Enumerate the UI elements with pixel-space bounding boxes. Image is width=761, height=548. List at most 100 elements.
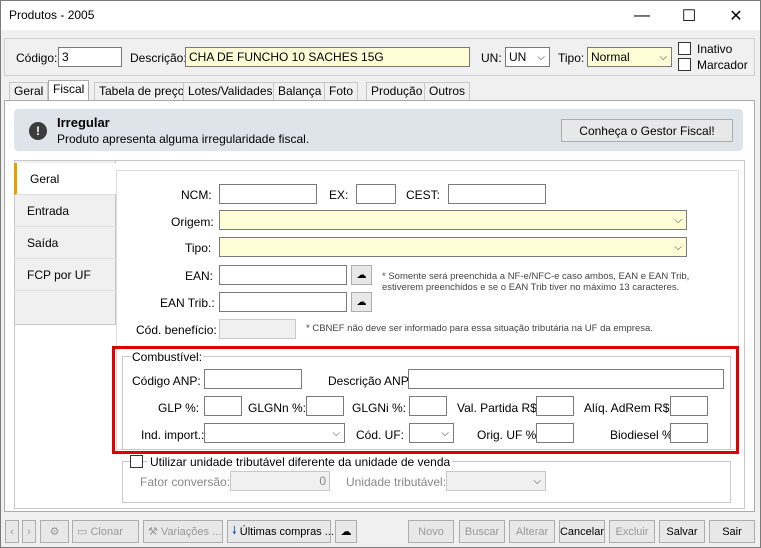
ind-import-label: Ind. import.: bbox=[141, 428, 205, 442]
ean-trib-label: EAN Trib.: bbox=[160, 296, 215, 310]
gestor-fiscal-button[interactable]: Conheça o Gestor Fiscal! bbox=[561, 119, 733, 142]
combustivel-legend: Combustível: bbox=[131, 350, 204, 364]
ex-field[interactable] bbox=[356, 184, 396, 204]
tab-tabela-preco[interactable]: Tabela de preço bbox=[94, 82, 190, 100]
glp-label: GLP %: bbox=[158, 401, 200, 415]
fator-field[interactable]: 0 bbox=[230, 471, 330, 491]
glgni-field[interactable] bbox=[409, 396, 447, 416]
codigo-label: Código: bbox=[16, 51, 58, 65]
side-tab-saida[interactable]: Saída bbox=[14, 227, 116, 259]
tipo-label: Tipo: bbox=[185, 241, 212, 255]
val-partida-field[interactable] bbox=[536, 396, 574, 416]
alterar-button[interactable]: Alterar bbox=[509, 520, 555, 543]
clonar-button[interactable]: ▭ Clonar bbox=[72, 520, 139, 543]
close-button[interactable]: ✕ bbox=[713, 1, 759, 30]
ean-trib-field[interactable] bbox=[219, 292, 347, 312]
chevron-down-icon: ⌵ bbox=[533, 476, 541, 487]
tab-outros[interactable]: Outros bbox=[424, 82, 471, 100]
tipo-header-value: Normal bbox=[591, 50, 630, 64]
cod-uf-select[interactable]: ⌵ bbox=[409, 423, 454, 443]
ultimas-compras-button[interactable]: 🠗 Últimas compras ... bbox=[227, 520, 334, 543]
exclamation-icon: ! bbox=[29, 122, 47, 140]
side-tab-entrada[interactable]: Entrada bbox=[14, 195, 116, 227]
cod-benef-field[interactable] bbox=[219, 319, 296, 339]
inativo-label: Inativo bbox=[697, 42, 733, 56]
ultimas-label: Últimas compras ... bbox=[239, 525, 334, 538]
prev-icon[interactable]: ‹ bbox=[5, 520, 19, 543]
chevron-down-icon: ⌵ bbox=[674, 242, 682, 253]
window-title: Produtos - 2005 bbox=[9, 8, 95, 22]
tipo-select[interactable]: ⌵ bbox=[219, 237, 687, 257]
marcador-label: Marcador bbox=[697, 58, 748, 72]
tab-producao[interactable]: Produção bbox=[366, 82, 428, 100]
val-partida-label: Val. Partida R$: bbox=[457, 401, 541, 415]
orig-uf-label: Orig. UF %: bbox=[477, 428, 540, 442]
salvar-button[interactable]: Salvar bbox=[659, 520, 705, 543]
origem-select[interactable]: ⌵ bbox=[219, 210, 687, 230]
unidade-trib-checkbox[interactable] bbox=[130, 455, 143, 468]
buscar-button[interactable]: Buscar bbox=[459, 520, 505, 543]
un-select[interactable]: UN ⌵ bbox=[505, 47, 550, 67]
arrow-down-icon: 🠗 bbox=[232, 525, 240, 537]
unidade-trib-label: Utilizar unidade tributável diferente da… bbox=[148, 455, 453, 469]
next-icon[interactable]: › bbox=[22, 520, 36, 543]
ncm-field[interactable] bbox=[219, 184, 317, 204]
unidade-select[interactable]: ⌵ bbox=[446, 471, 546, 491]
glp-field[interactable] bbox=[204, 396, 242, 416]
tab-balanca[interactable]: Balança bbox=[273, 82, 327, 100]
chevron-down-icon: ⌵ bbox=[537, 52, 545, 63]
variacoes-label: Variações ... bbox=[160, 525, 222, 538]
sair-button[interactable]: Sair bbox=[709, 520, 755, 543]
tab-fiscal[interactable]: Fiscal bbox=[48, 80, 90, 100]
orig-uf-field[interactable] bbox=[536, 423, 574, 443]
cloud-icon[interactable]: ☁ bbox=[335, 520, 357, 543]
banner-message: Produto apresenta alguma irregularidade … bbox=[57, 132, 310, 146]
descricao-label: Descrição: bbox=[130, 51, 187, 65]
codigo-anp-field[interactable] bbox=[204, 369, 302, 389]
fator-label: Fator conversão: bbox=[140, 475, 231, 489]
chevron-down-icon: ⌵ bbox=[441, 428, 449, 439]
cod-benef-note: * CBNEF não deve ser informado para essa… bbox=[306, 323, 653, 334]
descricao-anp-label: Descrição ANP: bbox=[328, 374, 413, 388]
un-value: UN bbox=[509, 50, 527, 64]
ean-trib-cloud-icon[interactable]: ☁ bbox=[351, 292, 372, 312]
variacoes-button[interactable]: ⚒ Variações ... bbox=[143, 520, 223, 543]
settings-icon[interactable]: ⚙ bbox=[40, 520, 69, 543]
excluir-button[interactable]: Excluir bbox=[609, 520, 655, 543]
maximize-button[interactable]: ☐ bbox=[666, 1, 712, 30]
glgnn-field[interactable] bbox=[306, 396, 344, 416]
side-tab-fcp[interactable]: FCP por UF bbox=[14, 259, 116, 291]
variations-icon: ⚒ bbox=[148, 526, 161, 538]
descricao-anp-field[interactable] bbox=[408, 369, 724, 389]
tipo-header-label: Tipo: bbox=[558, 51, 585, 65]
side-tab-geral[interactable]: Geral bbox=[14, 163, 116, 195]
glgni-label: GLGNi %: bbox=[352, 401, 407, 415]
marcador-checkbox[interactable] bbox=[678, 58, 691, 71]
cancelar-button[interactable]: Cancelar bbox=[559, 520, 605, 543]
ex-label: EX: bbox=[329, 188, 349, 202]
unidade-label: Unidade tributável: bbox=[346, 475, 447, 489]
tab-lotes-validades[interactable]: Lotes/Validades bbox=[183, 82, 278, 100]
ncm-label: NCM: bbox=[181, 188, 212, 202]
ean-cloud-icon[interactable]: ☁ bbox=[351, 265, 372, 285]
aliq-adrem-label: Alíq. AdRem R$: bbox=[584, 401, 673, 415]
ind-import-select[interactable]: ⌵ bbox=[204, 423, 345, 443]
inativo-checkbox[interactable] bbox=[678, 42, 691, 55]
codigo-field[interactable]: 3 bbox=[58, 47, 122, 67]
cest-field[interactable] bbox=[448, 184, 546, 204]
tab-geral[interactable]: Geral bbox=[9, 82, 49, 100]
tipo-header-select[interactable]: Normal ⌵ bbox=[587, 47, 672, 67]
ean-field[interactable] bbox=[219, 265, 347, 285]
clonar-label: Clonar bbox=[90, 525, 123, 538]
tab-foto[interactable]: Foto bbox=[324, 82, 359, 100]
codigo-anp-label: Código ANP: bbox=[132, 374, 201, 388]
chevron-down-icon: ⌵ bbox=[332, 428, 340, 439]
descricao-field[interactable]: CHA DE FUNCHO 10 SACHES 15G bbox=[185, 47, 470, 67]
biodiesel-label: Biodiesel %: bbox=[610, 428, 677, 442]
novo-button[interactable]: Novo bbox=[408, 520, 454, 543]
biodiesel-field[interactable] bbox=[670, 423, 708, 443]
aliq-adrem-field[interactable] bbox=[670, 396, 708, 416]
cod-benef-label: Cód. benefício: bbox=[136, 323, 217, 337]
un-label: UN: bbox=[481, 51, 502, 65]
minimize-button[interactable]: — bbox=[619, 1, 665, 30]
